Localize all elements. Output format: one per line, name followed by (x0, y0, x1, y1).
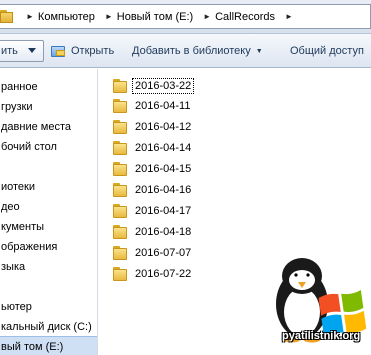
folder-icon (113, 99, 129, 113)
folder-icon (113, 162, 129, 176)
folder-name: 2016-04-16 (135, 184, 192, 196)
breadcrumb-arrow-icon[interactable]: ► (26, 12, 34, 21)
list-item[interactable]: 2016-04-15 (113, 159, 198, 179)
nav-item-favorites[interactable]: ранное (0, 77, 97, 97)
list-item[interactable]: 2016-04-18 (113, 222, 198, 242)
folder-name: 2016-04-11 (135, 100, 191, 112)
breadcrumb-arrow-icon[interactable]: ► (285, 12, 293, 21)
folder-icon (113, 267, 129, 281)
folder-name: 2016-04-17 (135, 205, 192, 217)
nav-item-recent[interactable]: давние места (0, 117, 97, 137)
folder-name: 2016-07-07 (135, 247, 192, 259)
address-bar-area: ► Компьютер ► Новый том (E:) ► CallRecor… (0, 0, 371, 34)
folder-name: 2016-04-14 (135, 142, 192, 154)
list-item[interactable]: 2016-04-11 (113, 96, 197, 116)
folder-icon (113, 141, 129, 155)
nav-item-new-volume-e[interactable]: вый том (E:) (0, 336, 97, 355)
chevron-down-icon (28, 48, 36, 53)
folder-name: 2016-07-22 (135, 268, 192, 280)
nav-item-computer[interactable]: ьютер (0, 297, 97, 317)
open-label: Открыть (71, 45, 115, 57)
folder-icon (113, 183, 129, 197)
navigation-pane: ранное грузки давние места бочий стол ио… (0, 69, 98, 355)
nav-item-pictures[interactable]: ображения (0, 237, 97, 257)
folder-name: 2016-04-15 (135, 163, 192, 175)
folder-icon (113, 204, 129, 218)
nav-item-local-disk-c[interactable]: кальный диск (C:) (0, 317, 97, 337)
list-item[interactable]: 2016-04-12 (113, 117, 198, 137)
nav-item-music[interactable]: зыка (0, 257, 97, 277)
nav-item-documents[interactable]: кументы (0, 217, 97, 237)
nav-item-video[interactable]: део (0, 197, 97, 217)
list-item[interactable]: 2016-07-22 (113, 264, 198, 284)
command-bar: ить Открыть Добавить в библиотеку ▼ Общи… (0, 34, 371, 68)
folder-name: 2016-04-12 (135, 121, 192, 133)
address-bar[interactable]: ► Компьютер ► Новый том (E:) ► CallRecor… (0, 4, 371, 29)
breadcrumb-computer[interactable]: Компьютер (38, 11, 95, 23)
folder-name: 2016-04-18 (135, 226, 192, 238)
list-item[interactable]: 2016-04-17 (113, 201, 198, 221)
list-item[interactable]: 2016-04-14 (113, 138, 198, 158)
nav-item-libraries[interactable]: иотеки (0, 177, 97, 197)
breadcrumb-arrow-icon[interactable]: ► (203, 12, 211, 21)
folder-icon (0, 9, 18, 24)
add-to-library-label: Добавить в библиотеку (132, 45, 251, 57)
share-button[interactable]: Общий доступ (290, 34, 364, 68)
nav-item-desktop[interactable]: бочий стол (0, 137, 97, 157)
share-label: Общий доступ (290, 45, 364, 57)
organize-button[interactable]: ить (0, 40, 44, 62)
breadcrumb-drive-e[interactable]: Новый том (E:) (117, 11, 193, 23)
chevron-down-icon: ▼ (255, 47, 263, 55)
open-button[interactable]: Открыть (51, 34, 114, 68)
folder-icon (113, 225, 129, 239)
folder-icon (113, 120, 129, 134)
folder-icon (113, 79, 129, 93)
list-item[interactable]: 2016-04-16 (113, 180, 198, 200)
folder-name: 2016-03-22 (132, 78, 195, 94)
list-item[interactable]: 2016-07-07 (113, 243, 198, 263)
watermark-text: pyatilistnik.org (282, 330, 361, 342)
add-to-library-button[interactable]: Добавить в библиотеку ▼ (132, 34, 263, 68)
list-item[interactable]: 2016-03-22 (113, 76, 198, 96)
organize-label: ить (1, 45, 18, 57)
breadcrumb-callrecords[interactable]: CallRecords (215, 11, 275, 23)
nav-item-downloads[interactable]: грузки (0, 97, 97, 117)
folder-icon (113, 246, 129, 260)
open-folder-icon (51, 44, 67, 58)
breadcrumb-arrow-icon[interactable]: ► (105, 12, 113, 21)
